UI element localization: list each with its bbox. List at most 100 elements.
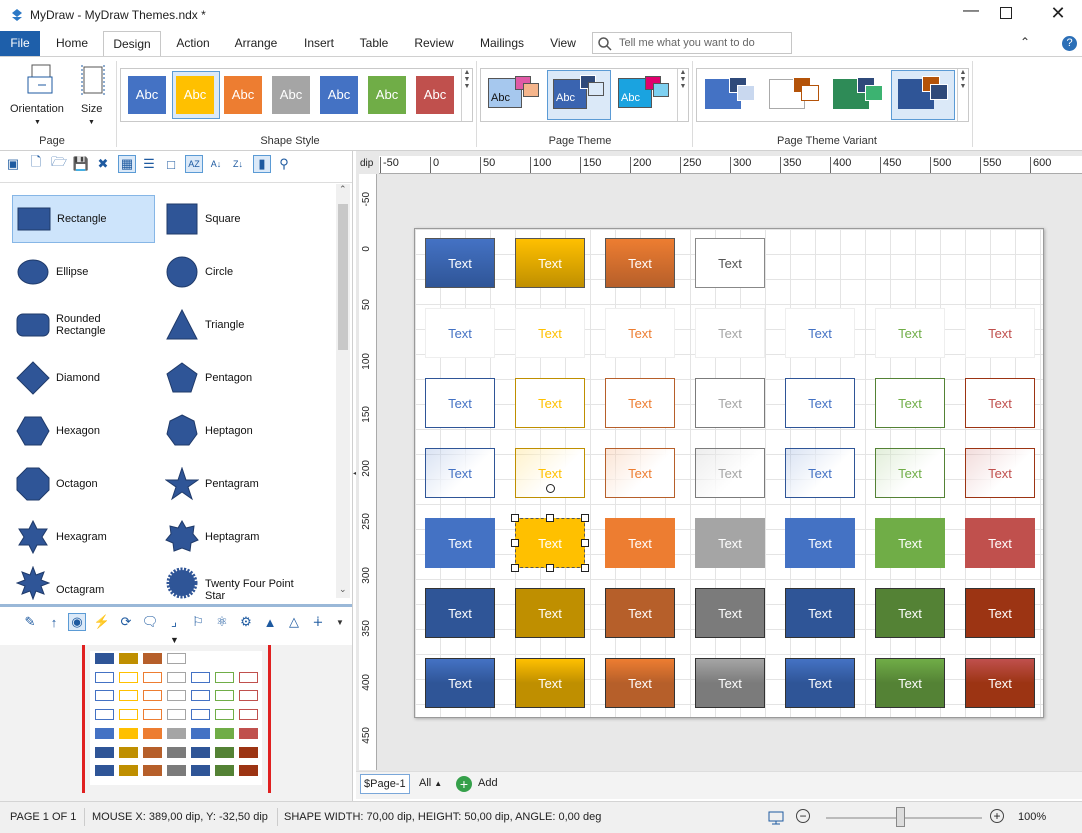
drawing-page[interactable]: Text Text Text Text Text Text Text Text Text Text… [414,228,1044,718]
themed-shape[interactable]: Text [425,658,495,708]
themed-shape[interactable]: Text [515,588,585,638]
orientation-button[interactable]: Orientation ▼ [8,61,68,126]
themed-shape[interactable]: Text [785,378,855,428]
resize-handle[interactable] [581,539,589,547]
themed-shape[interactable]: Text [875,448,945,498]
expand-panel-icon[interactable]: ▼ [170,635,179,645]
themed-shape[interactable]: Text [875,658,945,708]
page-theme-option[interactable]: Abc [485,73,543,119]
themed-shape[interactable]: Text [785,518,855,568]
tab-home[interactable]: Home [48,31,96,56]
shape-item-hexagon[interactable]: Hexagon [12,407,155,455]
navigator-panel[interactable] [0,645,352,801]
close-file-icon[interactable]: ✖ [94,155,112,173]
themed-shape[interactable]: Text [425,588,495,638]
shape-item-heptagram[interactable]: Heptagram [161,513,301,561]
maximize-icon[interactable] [1000,7,1012,19]
themed-shape[interactable]: Text [695,588,765,638]
themed-shape[interactable]: Text [695,238,765,288]
themed-shape[interactable]: Text [875,588,945,638]
themed-shape[interactable]: Text [605,518,675,568]
search-box[interactable]: Tell me what you want to do [592,32,792,54]
minimize-icon[interactable]: — [958,2,984,28]
themed-shape[interactable]: Text [965,448,1035,498]
page-theme-option-selected[interactable]: Abc [547,70,611,120]
theme-variant-option[interactable] [703,75,759,117]
close-icon[interactable]: ✕ [1048,3,1068,24]
themed-shape[interactable]: Text [605,378,675,428]
shape-style-swatch[interactable]: Abc [128,76,166,114]
scroll-down-icon[interactable]: ⌄ [339,584,347,595]
theme-variant-option-selected[interactable] [891,70,955,120]
page-tab-current[interactable]: $Page-1 [360,774,410,794]
themed-shape[interactable]: Text [515,378,585,428]
resize-handle[interactable] [581,564,589,572]
gallery-scroll[interactable]: ▲ ▼ ▼ [957,69,968,121]
sort-az-icon[interactable]: AZ [185,155,203,173]
resize-handle[interactable] [546,564,554,572]
shape-item-circle[interactable]: Circle [161,248,301,296]
scrollbar-thumb[interactable] [338,204,348,350]
scroll-up-icon[interactable]: ⌃ [339,184,347,195]
tab-arrange[interactable]: Arrange [228,31,284,56]
themed-shape[interactable]: Text [605,588,675,638]
collapse-ribbon-icon[interactable]: ⌃ [1020,35,1030,49]
new-file-icon[interactable]: 🗋 [27,154,45,173]
shape-item-rounded-rectangle[interactable]: Rounded Rectangle [12,301,155,349]
search-icon[interactable]: ⚲ [275,155,293,173]
resize-handle[interactable] [511,514,519,522]
shape-style-swatch[interactable]: Abc [176,76,214,114]
themed-shape[interactable]: Text [965,378,1035,428]
size-button[interactable]: Size ▼ [76,61,110,126]
add-page-label[interactable]: Add [478,777,498,789]
themed-shape[interactable]: Text [785,448,855,498]
tab-review[interactable]: Review [406,31,462,56]
shape-item-twenty-four-point-star[interactable]: Twenty Four Point Star [161,566,301,602]
themed-shape[interactable]: Text [425,308,495,358]
shape-item-ellipse[interactable]: Ellipse [12,248,155,296]
shape-item-pentagon[interactable]: Pentagon [161,354,301,402]
zoom-in-icon[interactable]: + [990,809,1004,823]
themed-shape[interactable]: Text [605,448,675,498]
themed-shape[interactable]: Text [425,448,495,498]
themed-shape[interactable]: Text [695,448,765,498]
shape-style-swatch[interactable]: Abc [272,76,310,114]
tab-file[interactable]: File [0,31,40,56]
icon-view-icon[interactable]: ▦ [118,155,136,173]
shapes-scrollbar[interactable]: ⌃ ⌄ [336,184,350,598]
tab-design[interactable]: Design [103,31,161,57]
gear-icon[interactable]: ⚙ [237,613,255,631]
themed-shape[interactable]: Text [605,308,675,358]
resize-handle[interactable] [546,514,554,522]
dimension-icon[interactable]: ∔ [309,613,327,631]
themed-shape[interactable]: Text [875,308,945,358]
selected-shape[interactable]: Text [515,518,585,568]
tab-table[interactable]: Table [352,31,396,56]
gallery-scroll[interactable]: ▲ ▼ ▼ [677,69,688,121]
shape-item-hexagram[interactable]: Hexagram [12,513,155,561]
help-icon[interactable]: ? [1062,36,1077,51]
themed-shape[interactable]: Text [515,238,585,288]
fit-page-icon[interactable] [768,811,784,825]
themed-shape[interactable]: Text [965,518,1035,568]
themed-shape[interactable]: Text [785,658,855,708]
tab-mailings[interactable]: Mailings [472,31,532,56]
themed-shape[interactable]: Text [785,308,855,358]
pencil-icon[interactable]: ✎ [21,613,39,631]
rotate-handle[interactable] [546,484,555,493]
all-pages-button[interactable]: All ▲ [419,777,442,789]
shape-item-triangle[interactable]: Triangle [161,301,301,349]
pane-splitter[interactable] [0,604,352,607]
pointer-icon[interactable]: ↑ [45,613,63,631]
add-page-icon[interactable]: + [456,776,472,792]
shape-item-square[interactable]: Square [161,195,301,243]
map-icon[interactable]: ⚐ [189,613,207,631]
resize-handle[interactable] [511,564,519,572]
themed-shape[interactable]: Text [425,518,495,568]
zoom-slider-thumb[interactable] [896,807,905,827]
shape-item-octagram[interactable]: Octagram [12,566,155,602]
resize-handle[interactable] [511,539,519,547]
panel-icon[interactable]: ▮ [253,155,271,173]
themed-shape[interactable]: Text [425,238,495,288]
shape-item-diamond[interactable]: Diamond [12,354,155,402]
